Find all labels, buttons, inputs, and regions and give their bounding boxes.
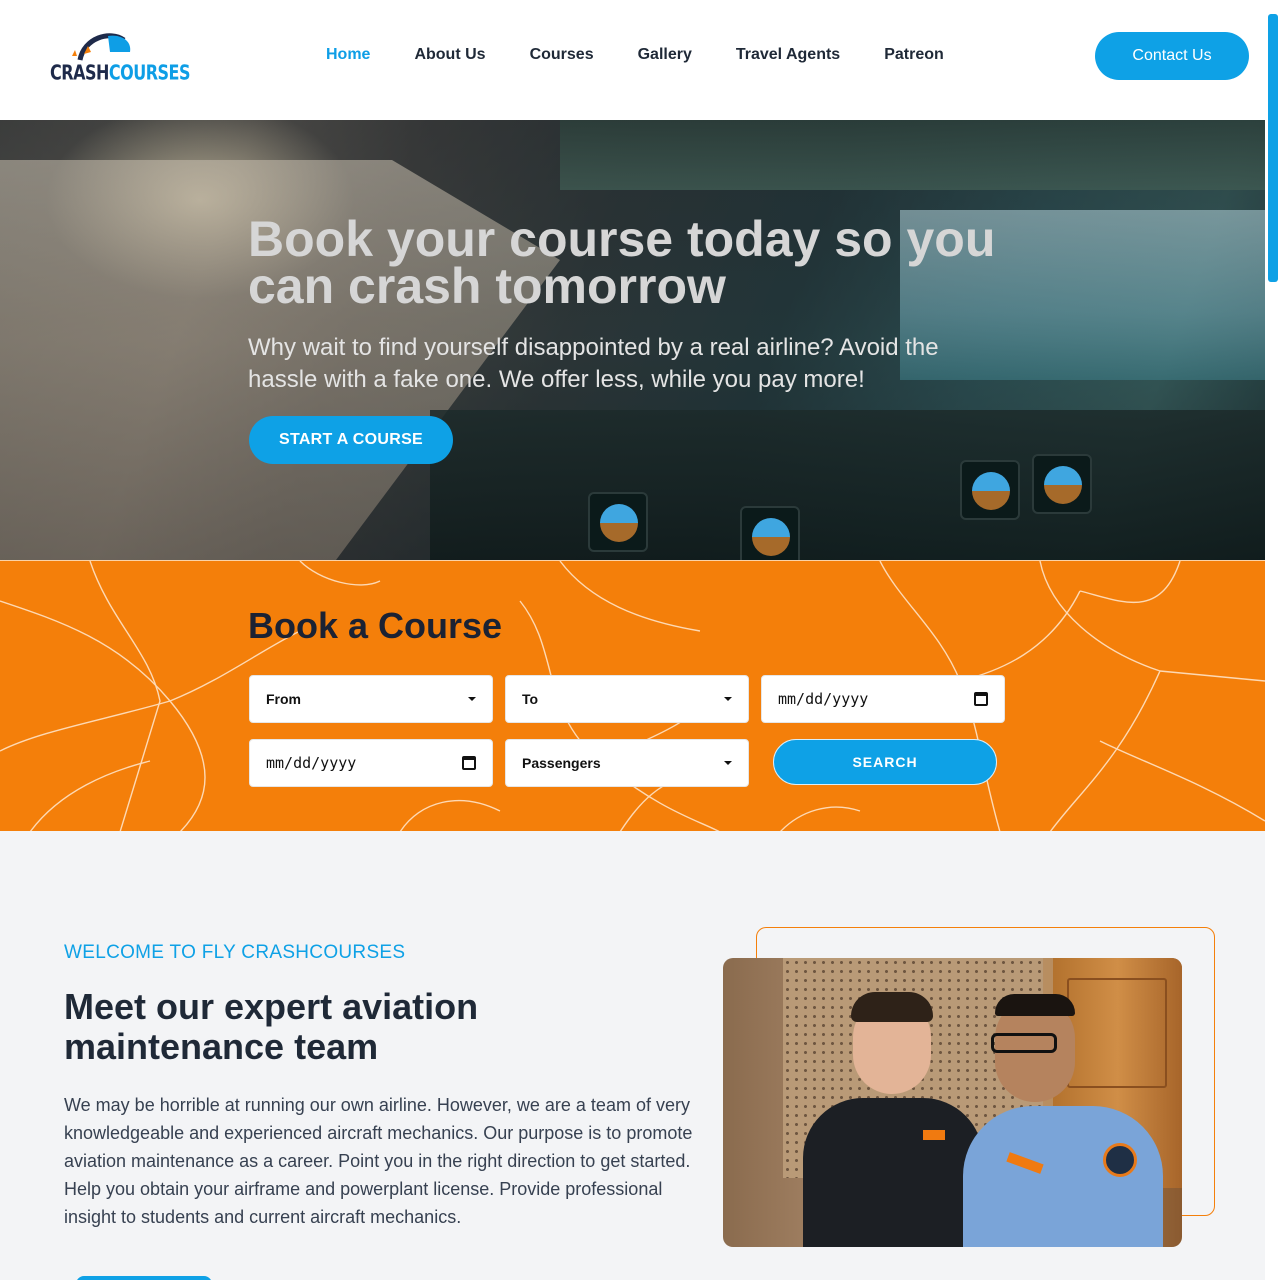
instrument-panel-image bbox=[430, 410, 1265, 560]
search-button[interactable]: SEARCH bbox=[773, 739, 997, 785]
from-select-label: From bbox=[266, 691, 301, 707]
welcome-button-partial[interactable] bbox=[76, 1276, 212, 1280]
scrollbar-thumb[interactable] bbox=[1268, 14, 1278, 282]
logo-text-main: CRASH bbox=[50, 60, 109, 85]
welcome-title: Meet our expert aviation maintenance tea… bbox=[64, 986, 479, 1067]
departure-date-value: mm/dd/yyyy bbox=[778, 690, 869, 708]
booking-section: Book a Course From To mm/dd/yyyy mm/dd/y… bbox=[0, 560, 1265, 831]
mechanic-one-hair bbox=[851, 992, 933, 1022]
glasses-icon bbox=[991, 1033, 1057, 1053]
cockpit-display-icon bbox=[740, 506, 800, 560]
logo-text-accent: COURSES bbox=[108, 60, 191, 85]
calendar-icon[interactable] bbox=[974, 692, 988, 706]
mechanic-two-figure bbox=[963, 1106, 1163, 1247]
chevron-down-icon bbox=[468, 697, 476, 701]
welcome-body: We may be horrible at running our own ai… bbox=[64, 1095, 693, 1227]
crashcourses-logo[interactable]: CRASHCOURSES bbox=[50, 30, 191, 85]
logo-wordmark: CRASHCOURSES bbox=[50, 60, 191, 85]
cockpit-overhead-image bbox=[560, 120, 1265, 190]
cabinet-door bbox=[1067, 978, 1167, 1088]
from-select[interactable]: From bbox=[249, 675, 493, 723]
hero-section: Book your course today so you can crash … bbox=[0, 120, 1265, 560]
hero-title: Book your course today so you can crash … bbox=[248, 211, 996, 314]
nav-travel-agents[interactable]: Travel Agents bbox=[736, 46, 840, 64]
page-scrollbar[interactable] bbox=[1265, 0, 1280, 1280]
booking-title: Book a Course bbox=[248, 605, 503, 646]
company-patch-icon bbox=[1103, 1143, 1137, 1177]
calendar-icon[interactable] bbox=[462, 756, 476, 770]
chevron-down-icon bbox=[724, 697, 732, 701]
cockpit-display-icon bbox=[960, 460, 1020, 520]
return-date-input[interactable]: mm/dd/yyyy bbox=[249, 739, 493, 787]
name-tag-badge bbox=[923, 1130, 945, 1140]
site-header: CRASHCOURSES Home About Us Courses Galle… bbox=[0, 0, 1265, 120]
contact-us-button[interactable]: Contact Us bbox=[1095, 32, 1249, 80]
nav-home[interactable]: Home bbox=[326, 46, 370, 64]
nav-patreon[interactable]: Patreon bbox=[884, 46, 944, 64]
departure-date-input[interactable]: mm/dd/yyyy bbox=[761, 675, 1005, 723]
welcome-kicker: WELCOME TO FLY CRASHCOURSES bbox=[64, 942, 406, 963]
cockpit-display-icon bbox=[1032, 454, 1092, 514]
nav-about-us[interactable]: About Us bbox=[414, 46, 485, 64]
team-photo bbox=[723, 958, 1182, 1247]
to-select[interactable]: To bbox=[505, 675, 749, 723]
nav-gallery[interactable]: Gallery bbox=[638, 46, 692, 64]
passengers-select[interactable]: Passengers bbox=[505, 739, 749, 787]
cockpit-display-icon bbox=[588, 492, 648, 552]
start-course-button[interactable]: START A COURSE bbox=[249, 416, 453, 464]
mechanic-two-hair bbox=[995, 994, 1075, 1016]
main-nav: Home About Us Courses Gallery Travel Age… bbox=[326, 46, 988, 64]
mechanic-one-figure bbox=[803, 1098, 983, 1247]
nav-courses[interactable]: Courses bbox=[530, 46, 594, 64]
chevron-down-icon bbox=[724, 761, 732, 765]
hero-subtitle: Why wait to find yourself disappointed b… bbox=[248, 334, 939, 393]
to-select-label: To bbox=[522, 691, 539, 707]
passengers-select-label: Passengers bbox=[522, 755, 601, 771]
return-date-value: mm/dd/yyyy bbox=[266, 754, 357, 772]
